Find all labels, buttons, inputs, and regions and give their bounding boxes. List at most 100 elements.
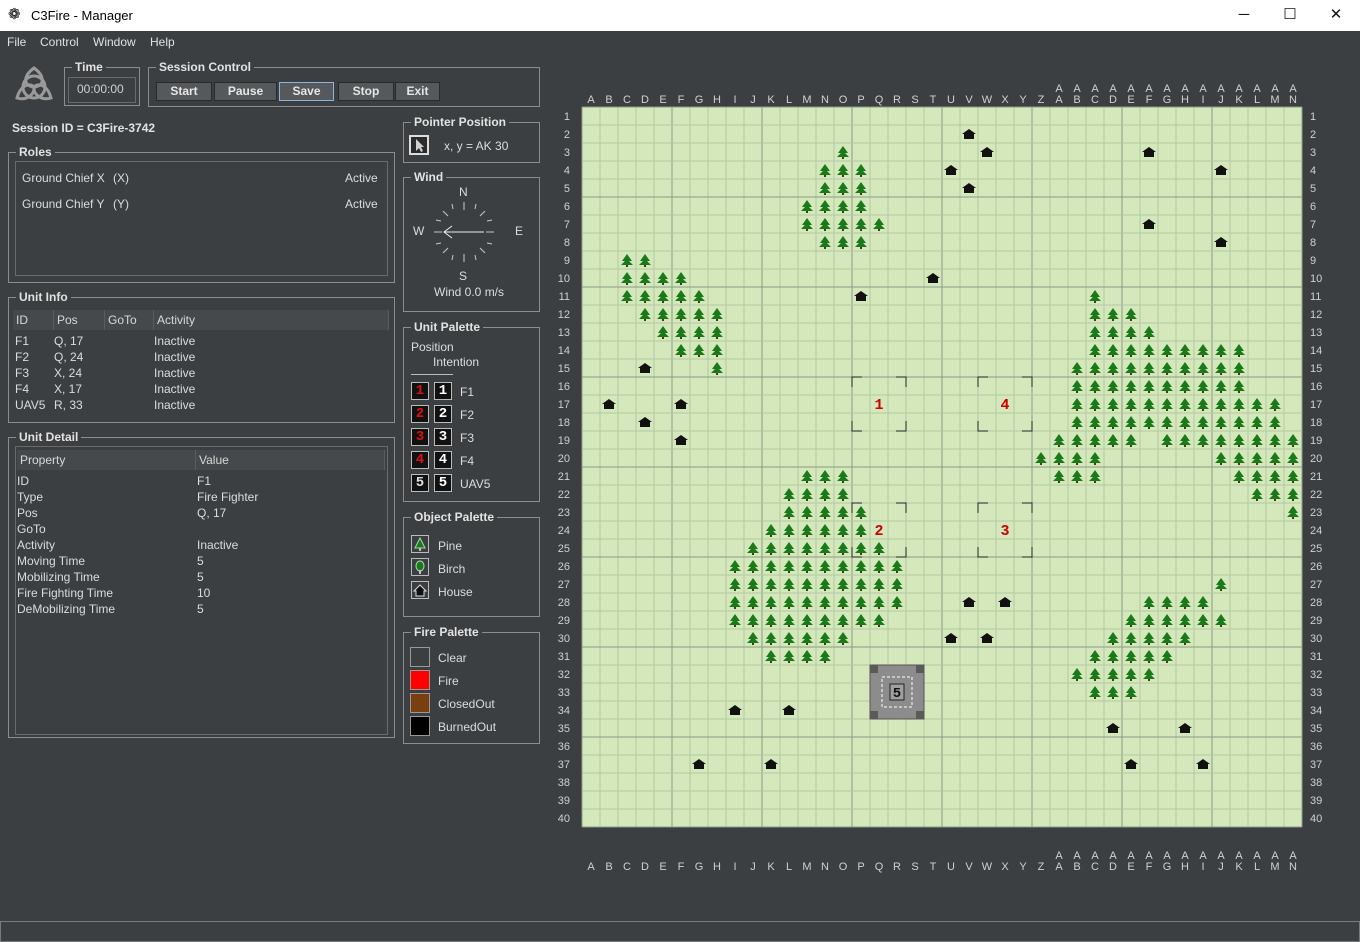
column-label: W: [982, 94, 993, 106]
column-label: D: [1109, 94, 1117, 106]
unit-intention-marker: 4: [434, 451, 452, 469]
row-label: 10: [558, 273, 570, 285]
save-button[interactable]: Save: [279, 82, 334, 101]
pointer-position-group: Pointer Position x, y = AK 30: [403, 115, 540, 163]
column-label: C: [1091, 861, 1099, 873]
row-label: 28: [558, 597, 570, 609]
column-label: K: [767, 94, 775, 106]
menu-window[interactable]: Window: [93, 35, 136, 49]
column-label: Y: [1019, 861, 1027, 873]
column-label: N: [1289, 861, 1297, 873]
column-label: I: [733, 861, 736, 873]
column-label: H: [713, 861, 721, 873]
column-label: J: [750, 861, 756, 873]
maximize-button[interactable]: ☐: [1267, 0, 1313, 31]
uav-unit-5[interactable]: 5: [869, 664, 925, 720]
column-label: G: [695, 94, 704, 106]
object-palette-group: Object Palette Pine Birch House: [403, 510, 540, 617]
row-label: 1: [564, 111, 570, 123]
column-label: A: [587, 861, 595, 873]
unit-number: 4: [1000, 397, 1009, 414]
column-label: J: [1218, 94, 1224, 106]
unit-detail-header: Property Value: [17, 450, 385, 470]
row-label: 2: [564, 129, 570, 141]
column-label: P: [857, 94, 864, 106]
row-label: 30: [1310, 633, 1322, 645]
fire-state-swatch: [410, 693, 430, 713]
row-label: 2: [1310, 129, 1316, 141]
row-label: 39: [1310, 795, 1322, 807]
row-label: 21: [558, 471, 570, 483]
column-label: F: [678, 94, 685, 106]
column-label: D: [1109, 861, 1117, 873]
minimize-button[interactable]: ─: [1221, 0, 1267, 31]
unit-position-marker: 1: [411, 382, 429, 400]
column-label: R: [893, 94, 901, 106]
column-label: X: [1001, 861, 1009, 873]
menu-help[interactable]: Help: [150, 35, 175, 49]
session-id: Session ID = C3Fire-3742: [12, 121, 156, 135]
row-label: 31: [1310, 651, 1322, 663]
row-label: 24: [1310, 525, 1322, 537]
row-label: 29: [558, 615, 570, 627]
column-label: H: [713, 94, 721, 106]
menu-file[interactable]: File: [7, 35, 26, 49]
column-label: Q: [875, 861, 884, 873]
row-label: 4: [1310, 165, 1316, 177]
column-label: M: [1270, 94, 1279, 106]
unit-palette-label: F4: [460, 454, 475, 468]
menu-bar: File Control Window Help: [0, 31, 1360, 53]
fire-state-swatch: [410, 647, 430, 667]
row-label: 11: [1310, 291, 1321, 303]
column-label: C: [1091, 94, 1099, 106]
row-label: 17: [1310, 399, 1322, 411]
row-label: 23: [558, 507, 570, 519]
row-label: 14: [558, 345, 570, 357]
row-label: 36: [558, 741, 570, 753]
column-label: P: [857, 861, 864, 873]
row-label: 31: [558, 651, 570, 663]
column-label: G: [1163, 94, 1172, 106]
wind-speed: Wind 0.0 m/s: [434, 285, 505, 299]
column-label: L: [1254, 94, 1260, 106]
row-label: 5: [564, 183, 570, 195]
row-label: 13: [1310, 327, 1322, 339]
row-label: 18: [1310, 417, 1322, 429]
row-label: 20: [1310, 453, 1322, 465]
row-label: 13: [558, 327, 570, 339]
row-label: 19: [558, 435, 570, 447]
row-label: 18: [558, 417, 570, 429]
map-grid: [581, 106, 1303, 828]
column-label: E: [659, 94, 666, 106]
pause-button[interactable]: Pause: [214, 82, 277, 101]
column-label: Q: [875, 94, 884, 106]
close-button[interactable]: ✕: [1313, 0, 1359, 31]
unit-number: 1: [874, 397, 883, 414]
row-label: 34: [558, 705, 570, 717]
column-label: A: [1055, 861, 1063, 873]
column-label: B: [605, 861, 612, 873]
column-label: N: [821, 94, 829, 106]
row-label: 22: [1310, 489, 1322, 501]
exit-button[interactable]: Exit: [395, 82, 440, 101]
column-label: U: [947, 94, 955, 106]
menu-control[interactable]: Control: [40, 35, 79, 49]
start-button[interactable]: Start: [156, 82, 212, 101]
window-title: C3Fire - Manager: [31, 8, 133, 23]
row-label: 16: [1310, 381, 1322, 393]
game-map[interactable]: AABBCCDDEEFFGGHHIIJJKKLLMMNNOOPPQQRRSSTT…: [548, 62, 1360, 882]
cursor-arrow-icon[interactable]: [409, 135, 429, 155]
row-label: 38: [1310, 777, 1322, 789]
column-label: G: [695, 861, 704, 873]
row-label: 37: [558, 759, 570, 771]
column-label: M: [802, 94, 811, 106]
status-bar: [0, 921, 1360, 942]
unit-info-group: Unit Info ID Pos GoTo Activity F1 Q, 17 In…: [8, 290, 395, 423]
row-label: 16: [558, 381, 570, 393]
map-canvas[interactable]: AABBCCDDEEFFGGHHIIJJKKLLMMNNOOPPQQRRSSTT…: [548, 62, 1360, 882]
c3fire-logo: [15, 66, 53, 101]
row-label: 20: [558, 453, 570, 465]
time-group: Time 00:00:00: [64, 60, 140, 106]
stop-button[interactable]: Stop: [338, 82, 394, 101]
row-label: 1: [1310, 111, 1316, 123]
